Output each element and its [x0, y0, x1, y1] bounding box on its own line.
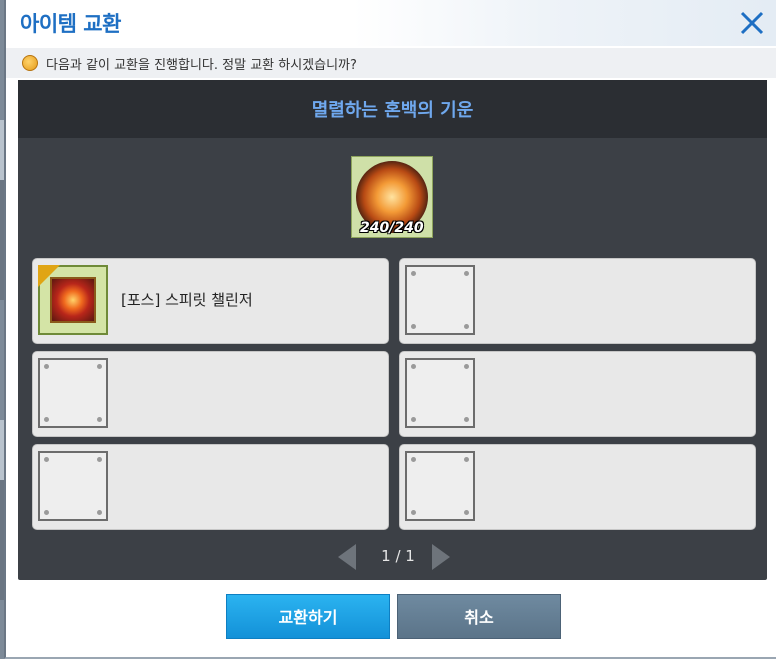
- spirit-challenger-icon: [50, 277, 96, 323]
- panel-title: 멸렬하는 혼백의 기운: [311, 100, 474, 121]
- empty-slot-icon: [405, 265, 475, 335]
- page-indicator: 1 / 1: [381, 547, 415, 565]
- reward-slot-label: [포스] 스피릿 챌린저: [121, 291, 253, 309]
- reward-slot-2[interactable]: [399, 258, 756, 344]
- next-page-arrow-icon[interactable]: [432, 544, 450, 570]
- dialog-title: 아이템 교환: [20, 12, 121, 36]
- empty-slot-icon: [38, 358, 108, 428]
- reward-slot-1[interactable]: [포스] 스피릿 챌린저: [32, 258, 389, 344]
- close-icon: [740, 11, 764, 35]
- exchange-panel: 멸렬하는 혼백의 기운 240/240 [포스] 스피릿 챌린저 1 / 1: [18, 80, 767, 580]
- info-row: 다음과 같이 교환을 진행합니다. 정말 교환 하시겠습니까?: [6, 48, 776, 78]
- reward-slot-5[interactable]: [32, 444, 389, 530]
- exchange-button[interactable]: 교환하기: [226, 594, 390, 639]
- reward-item-box: [38, 265, 108, 335]
- confirm-message: 다음과 같이 교환을 진행합니다. 정말 교환 하시겠습니까?: [46, 58, 357, 73]
- title-bar: 아이템 교환: [6, 0, 776, 46]
- empty-slot-icon: [405, 451, 475, 521]
- panel-header: 멸렬하는 혼백의 기운: [18, 80, 767, 138]
- main-item-count: 240/240: [360, 220, 424, 236]
- empty-slot-icon: [405, 358, 475, 428]
- reward-slot-6[interactable]: [399, 444, 756, 530]
- prev-page-arrow-icon[interactable]: [338, 544, 356, 570]
- item-exchange-dialog: 아이템 교환 다음과 같이 교환을 진행합니다. 정말 교환 하시겠습니까? 멸…: [4, 0, 776, 659]
- pager: 1 / 1: [18, 540, 767, 570]
- reward-slot-3[interactable]: [32, 351, 389, 437]
- reward-slot-4[interactable]: [399, 351, 756, 437]
- cancel-button[interactable]: 취소: [397, 594, 561, 639]
- empty-slot-icon: [38, 451, 108, 521]
- coin-icon: [22, 55, 38, 71]
- close-button[interactable]: [738, 9, 766, 37]
